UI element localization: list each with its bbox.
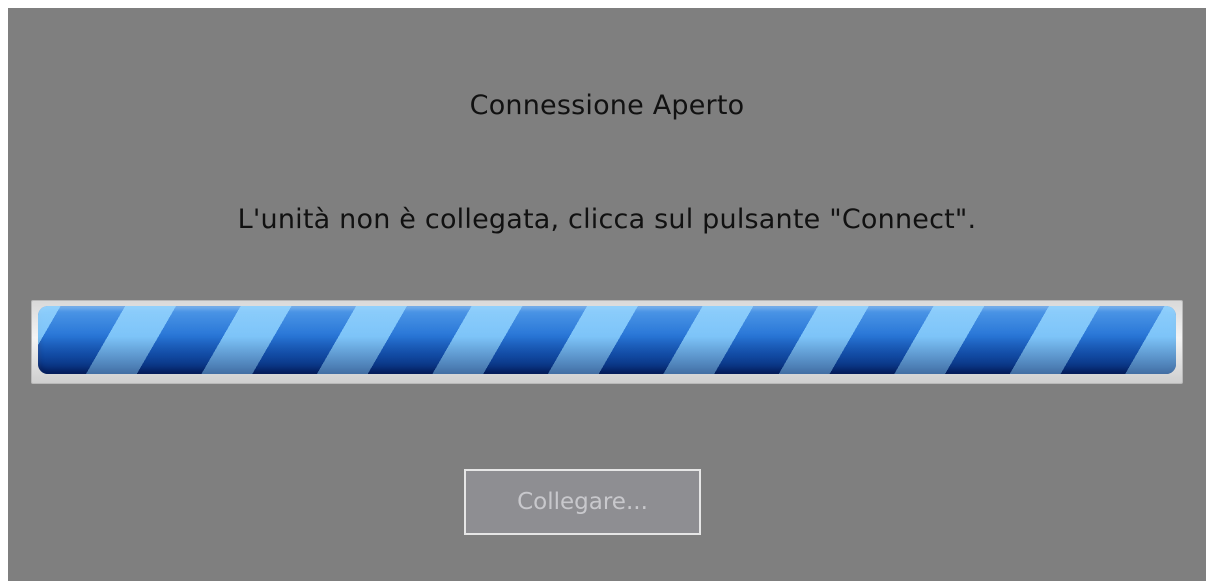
connect-button[interactable]: Collegare... [464, 469, 701, 535]
connection-dialog: Connessione Aperto L'unità non è collega… [8, 8, 1206, 581]
progress-bar-fill [38, 306, 1176, 374]
status-message: L'unità non è collegata, clicca sul puls… [237, 204, 977, 235]
dialog-title: Connessione Aperto [469, 90, 745, 121]
progress-bar [31, 300, 1183, 384]
progress-shade [38, 306, 1176, 374]
